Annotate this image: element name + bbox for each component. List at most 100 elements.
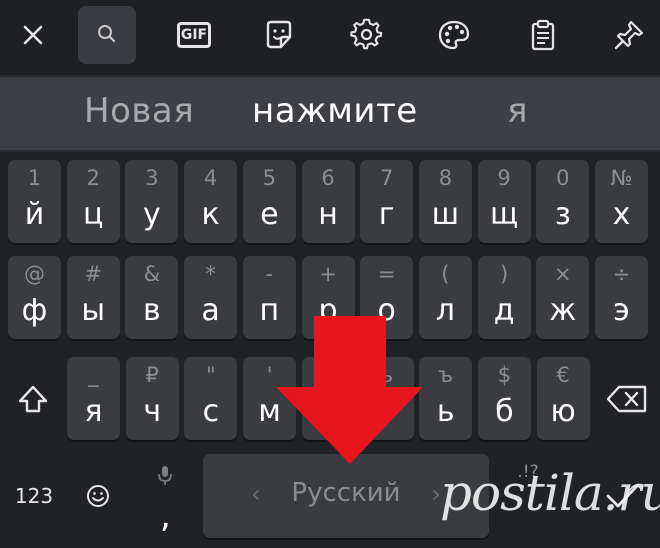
key-primary-label: х xyxy=(612,197,631,232)
key-т[interactable]: ьт xyxy=(360,357,414,440)
key-secondary-label: " xyxy=(206,363,216,387)
sticker-button[interactable] xyxy=(250,6,308,64)
watermark: postila.ru xyxy=(440,464,660,522)
key-secondary-label: * xyxy=(205,262,216,286)
key-ж[interactable]: × ж xyxy=(536,256,590,339)
key-blank[interactable] xyxy=(301,357,355,440)
key-б[interactable]: $ б xyxy=(477,357,531,440)
key-г[interactable]: 7г xyxy=(360,160,414,243)
shift-key[interactable] xyxy=(8,357,58,440)
backspace-key[interactable] xyxy=(598,357,656,440)
suggestion-item[interactable]: я xyxy=(507,91,528,131)
search-button[interactable] xyxy=(78,6,136,64)
key-р[interactable]: + р xyxy=(301,256,355,339)
key-ф[interactable]: @ ф xyxy=(8,256,61,339)
key-primary-label: р xyxy=(318,293,338,328)
key-primary-label: б xyxy=(495,394,514,429)
key-primary-label: а xyxy=(201,293,220,328)
search-icon xyxy=(98,25,116,43)
key-primary-label: к xyxy=(201,197,220,232)
keyboard-toolbar: GIF xyxy=(0,0,660,75)
suggestion-item[interactable]: Новая xyxy=(84,91,194,131)
key-щ[interactable]: 9щ xyxy=(477,160,531,243)
key-secondary-label: 4 xyxy=(203,166,218,190)
key-ь[interactable]: ъь xyxy=(419,357,473,440)
clipboard-button[interactable] xyxy=(514,6,572,64)
sticker-icon xyxy=(266,20,292,49)
key-secondary-label: # xyxy=(84,262,102,286)
key-secondary-label: № xyxy=(610,166,633,190)
key-у[interactable]: 3у xyxy=(125,160,179,243)
comma-label: , xyxy=(160,496,171,536)
key-primary-label: т xyxy=(378,394,396,429)
key-primary-label: е xyxy=(260,197,279,232)
key-secondary-label: € xyxy=(556,363,570,387)
key-primary-label: н xyxy=(318,197,338,232)
key-с[interactable]: " с xyxy=(184,357,238,440)
key-primary-label: ш xyxy=(431,197,460,232)
key-primary-label: у xyxy=(143,197,161,232)
key-д[interactable]: ) д xyxy=(477,256,531,339)
gif-button[interactable]: GIF xyxy=(165,6,223,64)
key-е[interactable]: 5е xyxy=(242,160,296,243)
key-primary-label: п xyxy=(259,293,280,328)
key-secondary-label: _ xyxy=(88,363,99,387)
key-я[interactable]: _ я xyxy=(67,357,120,440)
key-о[interactable]: = о xyxy=(360,256,414,339)
key-primary-label: э xyxy=(613,293,630,328)
shift-icon xyxy=(18,385,48,412)
emoji-key[interactable] xyxy=(70,454,126,538)
key-secondary-label: × xyxy=(553,262,572,286)
key-primary-label: щ xyxy=(489,197,519,232)
numbers-key[interactable]: 123 xyxy=(8,454,60,538)
key-ю[interactable]: € ю xyxy=(536,357,590,440)
key-secondary-label: ' xyxy=(266,363,273,387)
close-button[interactable] xyxy=(4,6,62,64)
key-ц[interactable]: 2ц xyxy=(66,160,120,243)
key-secondary-label: 7 xyxy=(380,166,394,190)
backspace-icon xyxy=(606,385,647,412)
key-з[interactable]: 0з xyxy=(536,160,590,243)
key-primary-label: ь xyxy=(436,394,455,429)
key-й[interactable]: 1й xyxy=(8,160,61,243)
key-л[interactable]: (л xyxy=(418,256,472,339)
pin-button[interactable] xyxy=(600,6,658,64)
key-ы[interactable]: # ы xyxy=(66,256,120,339)
gear-icon xyxy=(350,18,383,50)
gif-icon: GIF xyxy=(177,22,211,48)
key-secondary-label: $ xyxy=(497,363,512,387)
key-secondary-label: + xyxy=(319,262,337,286)
key-н[interactable]: 6н xyxy=(301,160,355,243)
key-secondary-label: 8 xyxy=(438,166,453,190)
suggestion-item[interactable]: нажмите xyxy=(252,91,418,131)
key-primary-label: л xyxy=(435,293,455,328)
key-м[interactable]: ' м xyxy=(243,357,297,440)
key-primary-label: ц xyxy=(82,197,104,232)
key-secondary-label: 1 xyxy=(27,166,42,190)
settings-button[interactable] xyxy=(338,6,396,64)
key-primary-label: м xyxy=(258,394,281,429)
theme-button[interactable] xyxy=(425,6,483,64)
key-secondary-label: 9 xyxy=(497,166,511,190)
key-primary-label: й xyxy=(24,197,45,232)
key-primary-label: з xyxy=(554,197,571,232)
key-secondary-label: ÷ xyxy=(612,262,631,286)
key-secondary-label: @ xyxy=(24,262,45,286)
key-primary-label: я xyxy=(84,394,103,429)
key-primary-label: о xyxy=(377,293,396,328)
comma-key[interactable]: , xyxy=(136,454,194,538)
key-х[interactable]: № х xyxy=(595,160,648,243)
key-secondary-label: 5 xyxy=(262,166,276,190)
mic-icon xyxy=(158,466,172,485)
key-secondary-label: ь xyxy=(380,363,394,387)
key-primary-label: г xyxy=(378,197,395,232)
key-а[interactable]: * а xyxy=(184,256,238,339)
key-п[interactable]: -п xyxy=(242,256,296,339)
key-в[interactable]: & в xyxy=(125,256,179,339)
key-secondary-label: & xyxy=(143,262,161,286)
key-ч[interactable]: ₽ ч xyxy=(125,357,179,440)
key-primary-label: ж xyxy=(549,293,577,328)
key-к[interactable]: 4к xyxy=(184,160,238,243)
key-ш[interactable]: 8ш xyxy=(418,160,472,243)
key-э[interactable]: ÷ э xyxy=(595,256,648,339)
